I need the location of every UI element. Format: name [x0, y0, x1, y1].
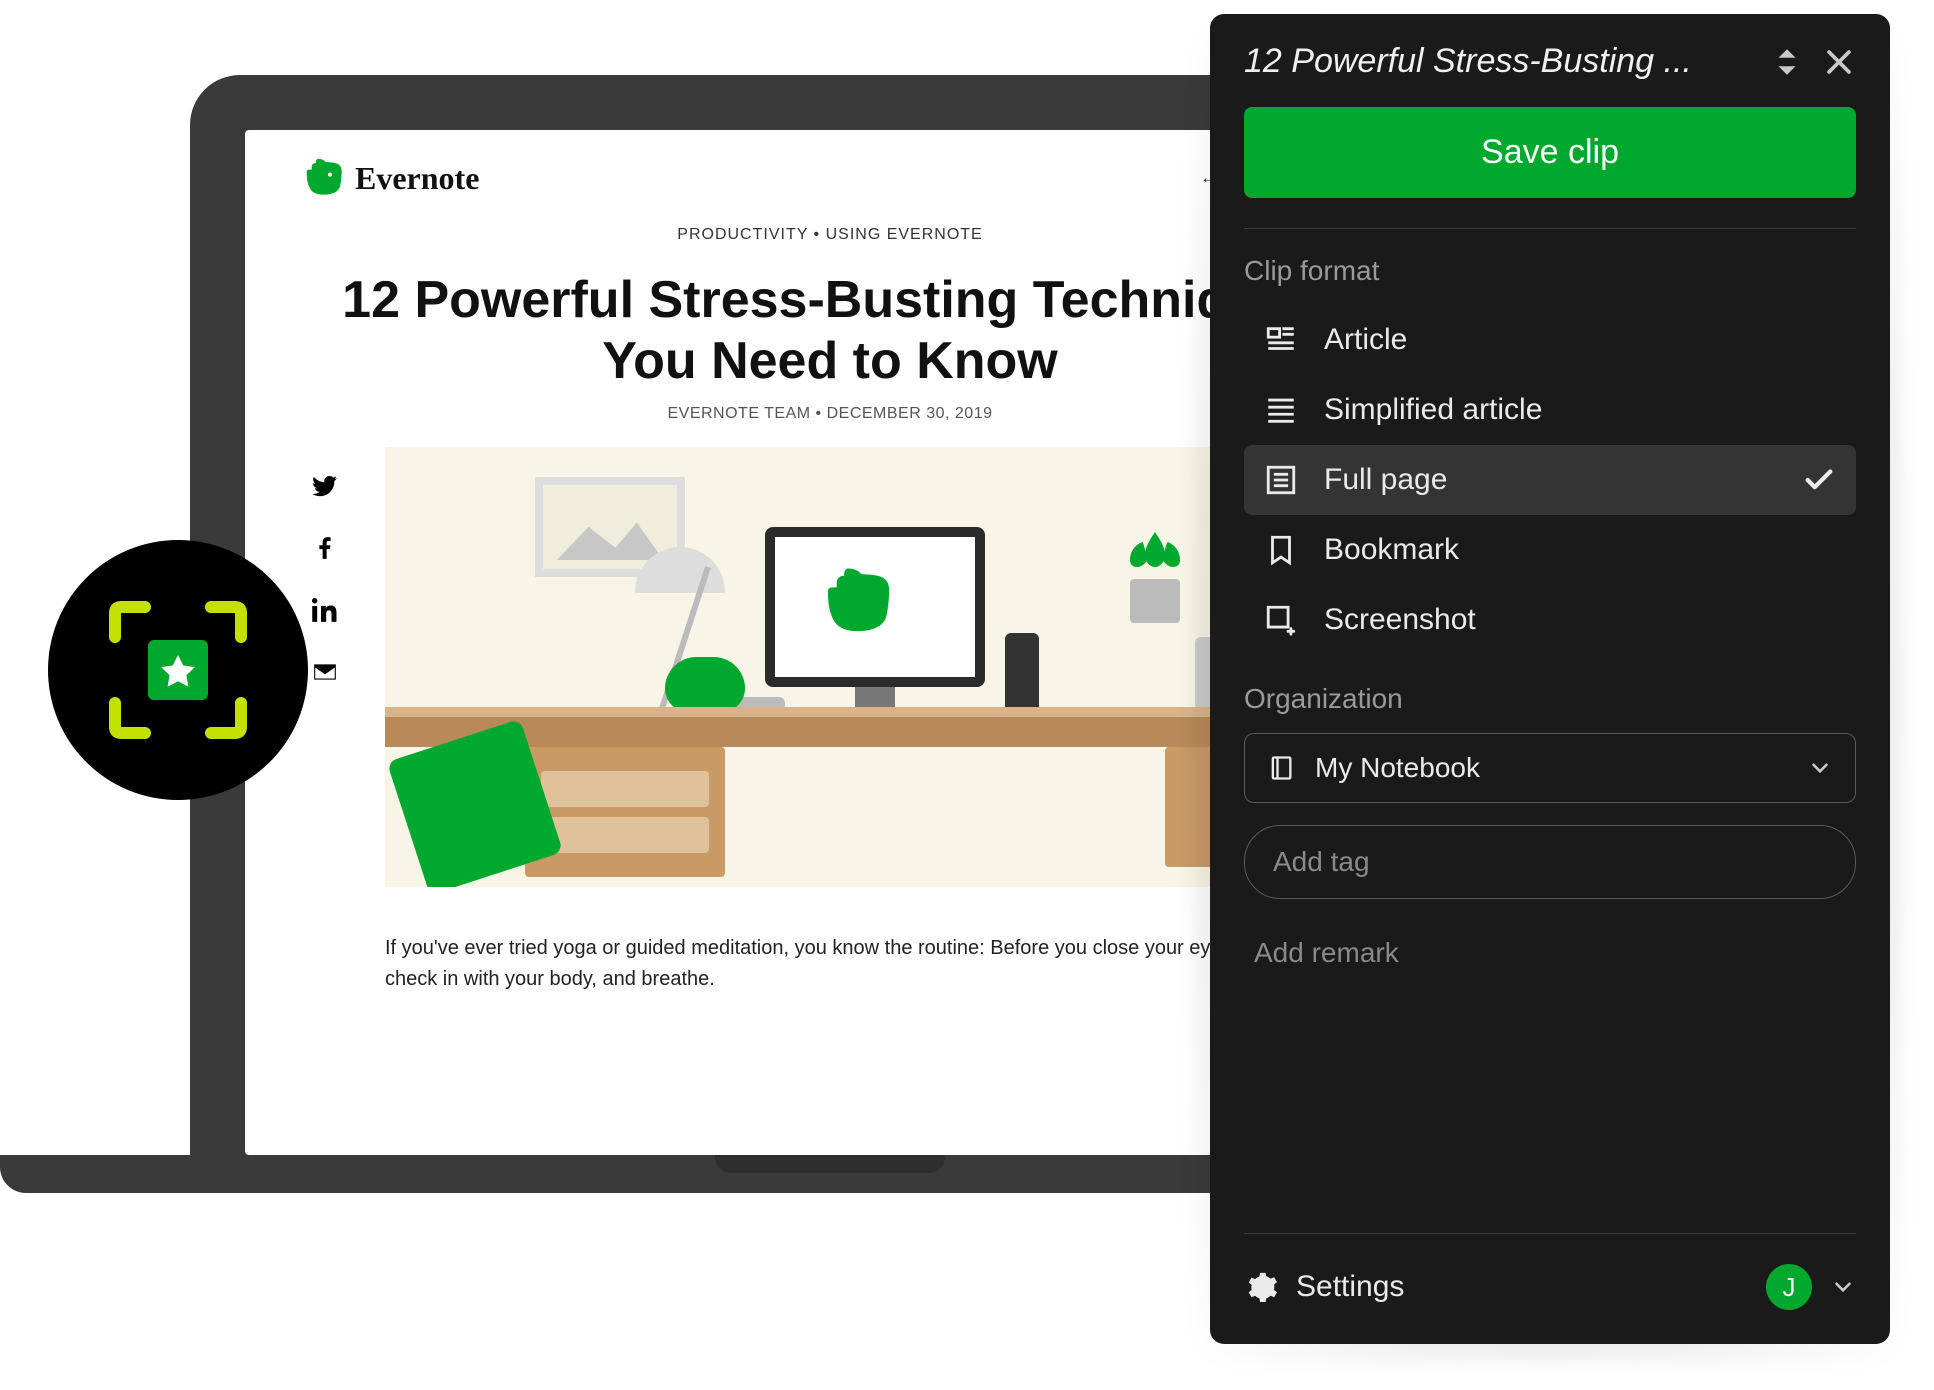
notebook-name: My Notebook	[1315, 752, 1787, 784]
bookmark-icon	[1264, 533, 1298, 567]
brand-name: Evernote	[355, 160, 479, 197]
organization-label: Organization	[1244, 683, 1856, 715]
clip-title[interactable]: 12 Powerful Stress-Busting ...	[1244, 42, 1752, 81]
full-page-icon	[1264, 463, 1298, 497]
gear-icon[interactable]	[1244, 1270, 1278, 1304]
email-icon[interactable]	[312, 659, 338, 685]
clip-format-label: Clip format	[1244, 255, 1856, 287]
format-simplified-article[interactable]: Simplified article	[1244, 375, 1856, 445]
user-avatar[interactable]: J	[1766, 1264, 1812, 1310]
format-label: Article	[1324, 323, 1836, 357]
format-label: Full page	[1324, 463, 1776, 497]
screenshot-icon	[1264, 603, 1298, 637]
format-bookmark[interactable]: Bookmark	[1244, 515, 1856, 585]
format-list: Article Simplified article Full page Boo…	[1244, 305, 1856, 655]
add-tag-input[interactable]	[1244, 825, 1856, 899]
brand[interactable]: Evernote	[305, 158, 479, 198]
article-icon	[1264, 323, 1298, 357]
format-label: Bookmark	[1324, 533, 1836, 567]
share-column	[305, 447, 345, 995]
panel-footer: Settings J	[1244, 1233, 1856, 1344]
notebook-icon	[1267, 754, 1295, 782]
format-label: Screenshot	[1324, 603, 1836, 637]
webclipper-badge	[48, 540, 308, 800]
close-icon[interactable]	[1822, 45, 1856, 79]
divider	[1244, 228, 1856, 229]
linkedin-icon[interactable]	[312, 597, 338, 623]
clipper-panel: 12 Powerful Stress-Busting ... Save clip…	[1210, 14, 1890, 1344]
check-icon	[1802, 463, 1836, 497]
facebook-icon[interactable]	[312, 535, 338, 561]
format-article[interactable]: Article	[1244, 305, 1856, 375]
clipper-header: 12 Powerful Stress-Busting ...	[1244, 14, 1856, 107]
twitter-icon[interactable]	[312, 473, 338, 499]
clipper-focus-icon	[103, 595, 253, 745]
format-full-page[interactable]: Full page	[1244, 445, 1856, 515]
save-clip-button[interactable]: Save clip	[1244, 107, 1856, 198]
notebook-selector[interactable]: My Notebook	[1244, 733, 1856, 803]
format-label: Simplified article	[1324, 393, 1836, 427]
article-lead-paragraph: If you've ever tried yoga or guided medi…	[385, 933, 1285, 995]
expand-collapse-icon[interactable]	[1770, 45, 1804, 79]
chevron-down-icon[interactable]	[1830, 1274, 1856, 1300]
simplified-article-icon	[1264, 393, 1298, 427]
settings-link[interactable]: Settings	[1296, 1270, 1748, 1304]
chevron-down-icon	[1807, 755, 1833, 781]
avatar-initial: J	[1783, 1272, 1796, 1303]
add-remark-input[interactable]	[1244, 925, 1856, 999]
evernote-elephant-icon	[305, 158, 345, 198]
format-screenshot[interactable]: Screenshot	[1244, 585, 1856, 655]
